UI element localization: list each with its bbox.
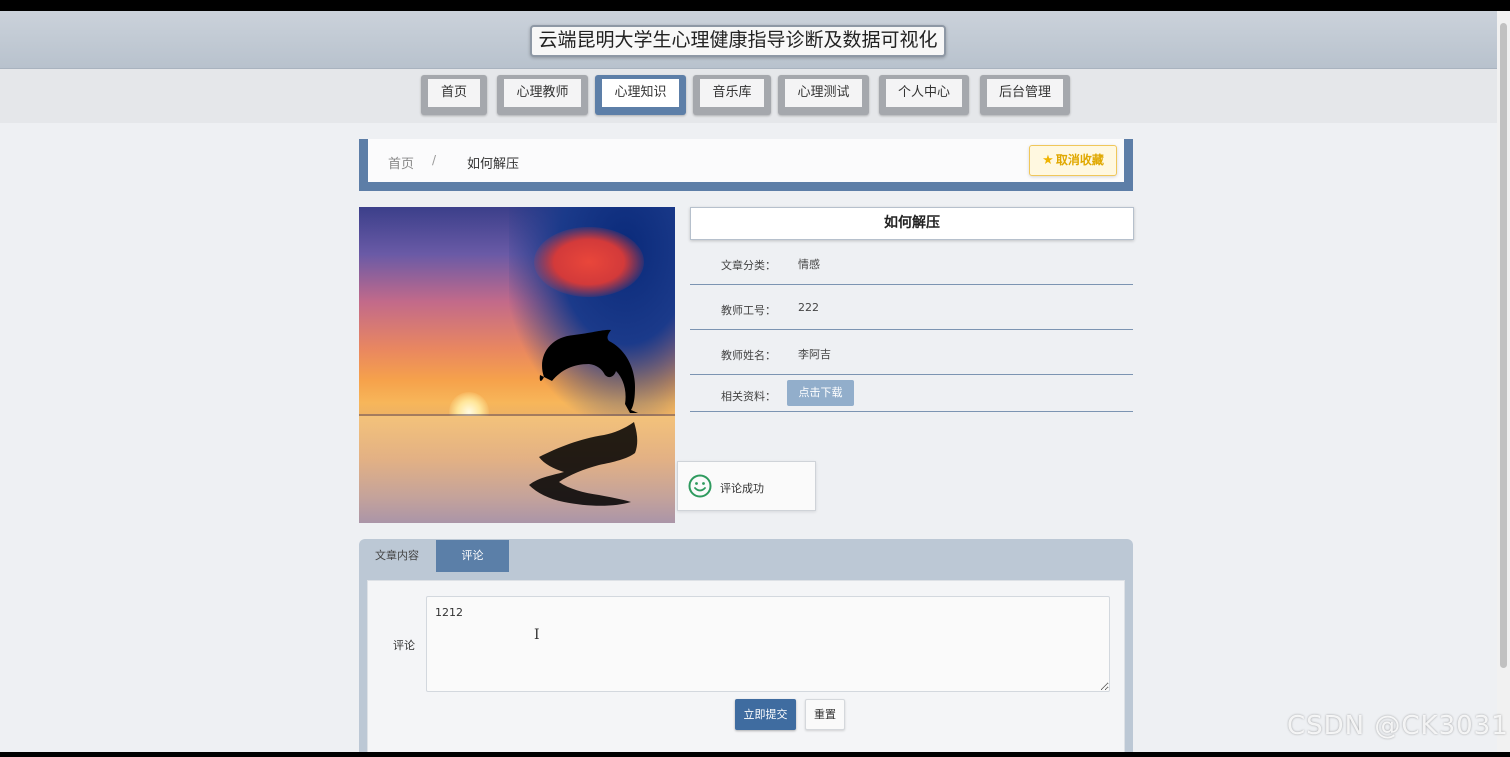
star-icon: ★ (1042, 153, 1054, 168)
nav-item-profile[interactable]: 个人中心 (879, 75, 969, 115)
info-value: 222 (798, 301, 819, 314)
scrollbar-thumb[interactable] (1500, 23, 1507, 668)
comment-label: 评论 (393, 639, 415, 652)
nav-item-music[interactable]: 音乐库 (693, 75, 771, 115)
nav-item-knowledge[interactable]: 心理知识 (595, 75, 686, 115)
site-title: 云端昆明大学生心理健康指导诊断及数据可视化 (530, 25, 946, 57)
article-cover-image (359, 207, 675, 523)
unfavorite-button[interactable]: ★ 取消收藏 (1029, 145, 1117, 176)
main-nav: 首页 心理教师 心理知识 音乐库 心理测试 个人中心 后台管理 (0, 69, 1497, 123)
nav-item-label: 个人中心 (886, 79, 962, 107)
breadcrumb-bar: 首页 / 如何解压 ★ 取消收藏 (359, 139, 1133, 191)
article-info-panel: 如何解压 文章分类： 情感 教师工号： 222 教师姓名： 李阿吉 相关资料： … (690, 207, 1134, 412)
window-bottom-bar (0, 752, 1510, 757)
tab-article-content[interactable]: 文章内容 (359, 540, 435, 572)
smile-icon (688, 474, 712, 498)
info-row-teacher-id: 教师工号： 222 (690, 285, 1133, 330)
info-value: 情感 (798, 258, 820, 271)
breadcrumb-separator: / (432, 153, 437, 167)
info-row-teacher-name: 教师姓名： 李阿吉 (690, 330, 1133, 375)
article-title: 如何解压 (690, 207, 1134, 240)
nav-item-label: 音乐库 (700, 79, 764, 107)
page-scrollbar[interactable] (1497, 11, 1510, 752)
site-header: 云端昆明大学生心理健康指导诊断及数据可视化 (0, 11, 1497, 69)
info-row-attachments: 相关资料： 点击下载 (690, 375, 1133, 412)
breadcrumb-home-link[interactable]: 首页 (388, 153, 414, 172)
watermark: CSDN @CK3031 (1287, 711, 1509, 741)
info-label: 教师姓名： (721, 349, 776, 362)
nav-item-label: 首页 (428, 79, 480, 107)
nav-item-admin[interactable]: 后台管理 (980, 75, 1070, 115)
submit-comment-button[interactable]: 立即提交 (735, 699, 796, 730)
dolphin-silhouette (529, 329, 638, 506)
nav-item-label: 心理教师 (504, 79, 581, 107)
tab-comments[interactable]: 评论 (436, 540, 509, 572)
nav-item-label: 心理知识 (602, 79, 679, 107)
info-label: 文章分类： (721, 259, 776, 272)
unfavorite-label: 取消收藏 (1055, 153, 1104, 167)
info-label: 教师工号： (721, 304, 776, 317)
nav-item-tests[interactable]: 心理测试 (778, 75, 869, 115)
info-value: 李阿吉 (798, 348, 831, 361)
toast-message: 评论成功 (720, 482, 764, 495)
article-tabs: 文章内容 评论 评论 I 立即提交 重置 (359, 539, 1133, 757)
comment-form: 评论 I 立即提交 重置 (367, 580, 1125, 757)
comment-textarea[interactable] (426, 596, 1110, 692)
breadcrumb-current: 如何解压 (467, 157, 520, 172)
info-row-category: 文章分类： 情感 (690, 241, 1133, 285)
toast-notification: 评论成功 (677, 461, 816, 511)
download-button[interactable]: 点击下载 (787, 380, 854, 406)
nav-item-label: 心理测试 (785, 79, 862, 107)
nav-item-label: 后台管理 (987, 79, 1063, 107)
nav-item-home[interactable]: 首页 (421, 75, 487, 115)
text-cursor-icon: I (534, 627, 540, 643)
breadcrumb: 首页 / 如何解压 ★ 取消收藏 (368, 139, 1124, 182)
window-top-bar (0, 0, 1510, 11)
info-label: 相关资料： (721, 390, 776, 403)
nav-item-teachers[interactable]: 心理教师 (497, 75, 588, 115)
reset-button[interactable]: 重置 (805, 699, 845, 730)
